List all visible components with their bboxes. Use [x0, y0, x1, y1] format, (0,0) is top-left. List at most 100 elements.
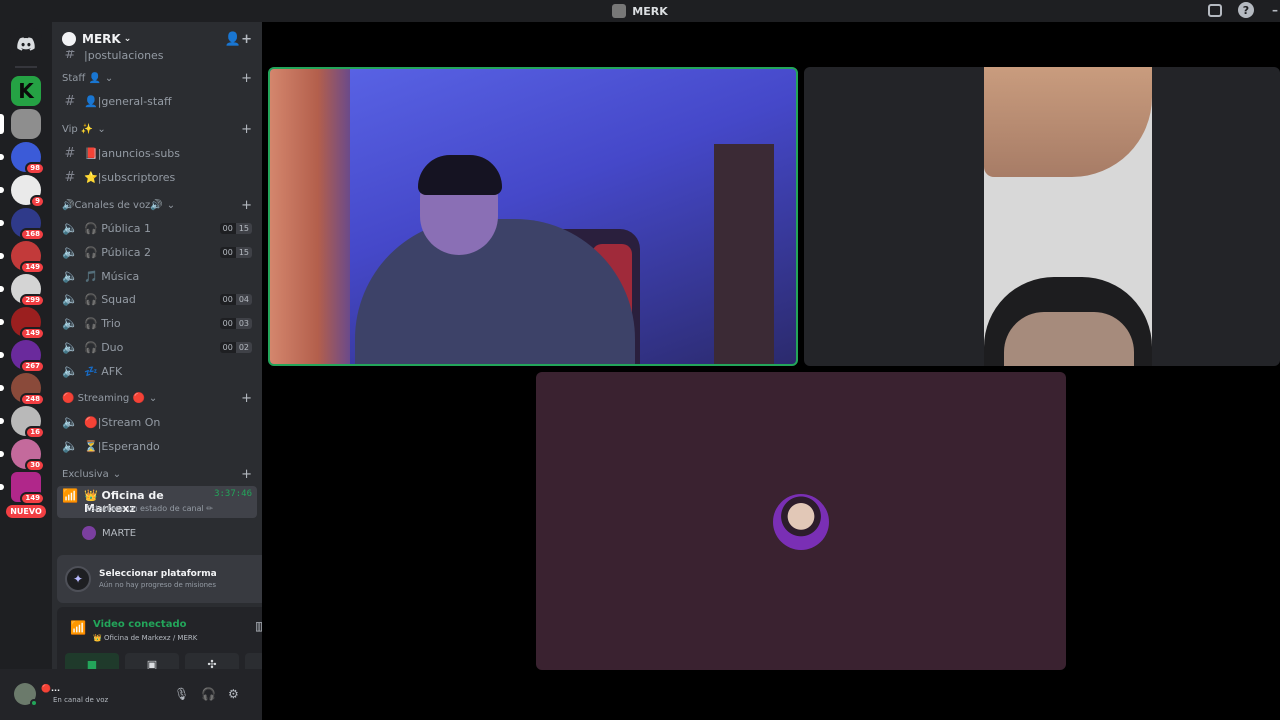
video-person	[418, 155, 502, 195]
video-background	[714, 144, 774, 364]
chevron-down-icon: ⌄	[112, 468, 122, 480]
server-icon[interactable]: 98	[0, 141, 45, 175]
hash-icon: #	[64, 94, 76, 110]
channel-voice[interactable]: 🔈 🎧 Pública 1 00 15	[52, 217, 262, 241]
server-icon[interactable]: 149	[0, 471, 45, 505]
server-icon[interactable]: 168	[0, 207, 45, 241]
voice-member[interactable]: MARTE	[52, 522, 262, 544]
help-icon[interactable]: ?	[1238, 2, 1254, 18]
channel-text[interactable]: # 👤|general-staff	[52, 90, 262, 114]
headphones-icon[interactable]: 🎧	[201, 687, 216, 701]
add-channel-icon[interactable]: +	[241, 391, 252, 406]
user-limit: 00 02	[219, 341, 252, 353]
category-staff[interactable]: Staff 👤 ⌄ +	[52, 66, 262, 90]
video-tile[interactable]	[804, 67, 1280, 366]
hash-icon: #	[64, 146, 76, 162]
server-icon[interactable]: 248	[0, 372, 45, 406]
server-shield-icon	[62, 32, 76, 46]
avatar	[773, 494, 829, 550]
category-voice[interactable]: 🔊Canales de voz🔊 ⌄ +	[52, 193, 262, 217]
server-icon[interactable]: 149	[0, 306, 45, 340]
channel-text[interactable]: # 📕|anuncios-subs	[52, 142, 262, 166]
video-person	[984, 67, 1152, 177]
online-status-icon	[30, 699, 38, 707]
add-channel-icon[interactable]: +	[241, 198, 252, 213]
video-feed	[984, 67, 1152, 366]
category-streaming[interactable]: 🔴 Streaming 🔴 ⌄ +	[52, 387, 262, 411]
hash-icon: #	[64, 50, 76, 62]
discord-home-icon[interactable]	[10, 28, 42, 60]
channel-voice[interactable]: 🔈 💤 AFK	[52, 359, 262, 383]
voice-active-icon: 📶	[62, 489, 79, 505]
add-channel-icon[interactable]: +	[241, 467, 252, 482]
video-background	[270, 69, 350, 364]
server-icon[interactable]: 30	[0, 438, 45, 472]
hash-icon: #	[64, 169, 76, 185]
speaker-icon: 🔈	[62, 339, 79, 355]
channel-list: # |postulaciones Staff 👤 ⌄ + # 👤|general-sta…	[52, 50, 262, 575]
quest-subtitle: Aún no hay progreso de misiones	[99, 581, 217, 589]
speaker-icon: 🔈	[62, 363, 79, 379]
connection-location[interactable]: 👑 Oficina de Markexz / MERK	[93, 634, 197, 642]
user-tile[interactable]	[536, 372, 1066, 670]
call-timer: 3:37:46	[214, 489, 252, 500]
add-channel-icon[interactable]: +	[241, 122, 252, 137]
username[interactable]: 🔴...	[41, 684, 60, 693]
invite-people-icon[interactable]: 👤+	[225, 32, 252, 47]
gear-icon[interactable]: ⚙	[228, 687, 239, 701]
server-icon	[612, 4, 627, 18]
server-icon[interactable]: 16	[0, 405, 45, 439]
user-limit: 00 03	[219, 318, 252, 330]
channel-voice[interactable]: 🔈 🎵 Música	[52, 264, 262, 288]
server-merk-icon[interactable]	[0, 108, 41, 139]
inbox-icon[interactable]	[1208, 3, 1222, 17]
call-stage	[262, 22, 1280, 720]
speaker-icon: 🔈	[62, 316, 79, 332]
server-name: MERK	[82, 32, 121, 46]
channel-voice[interactable]: 🔈 🎧 Squad 00 04	[52, 288, 262, 312]
channel-voice-active[interactable]: 📶 👑 Oficina de Markexz 3:37:46 Establece…	[57, 486, 257, 519]
title-bar: MERK ? –	[0, 0, 1280, 22]
connection-status[interactable]: Video conectado	[93, 619, 186, 630]
minimize-icon[interactable]: –	[1270, 2, 1280, 18]
user-limit: 00 04	[219, 294, 252, 306]
video-tile-speaking[interactable]	[268, 67, 798, 366]
category-exclusiva[interactable]: Exclusiva ⌄ +	[52, 462, 262, 486]
channel-text[interactable]: # |postulaciones	[52, 50, 262, 62]
user-limit: 00 15	[219, 247, 252, 259]
channel-voice[interactable]: 🔈 🎧 Pública 2 00 15	[52, 241, 262, 265]
speaker-icon: 🔈	[62, 415, 79, 431]
chevron-down-icon: ⌄	[123, 34, 132, 44]
user-panel: 🔴... En canal de voz 🎙 🎧 ⚙	[0, 669, 262, 720]
channel-voice[interactable]: 🔈 🎧 Trio 00 03	[52, 312, 262, 336]
speaker-icon: 🔈	[62, 268, 79, 284]
chevron-down-icon: ⌄	[97, 124, 106, 136]
server-icon[interactable]: 149	[0, 240, 45, 274]
channel-voice[interactable]: 🔈 🔴|Stream On	[52, 411, 262, 435]
chevron-down-icon: ⌄	[104, 72, 114, 84]
controller-icon: ✦	[65, 566, 91, 592]
chevron-down-icon: ⌄	[148, 393, 158, 405]
microphone-icon[interactable]: 🎙	[174, 687, 189, 701]
channel-status-hint[interactable]: Establece un estado de canal ✏	[86, 504, 213, 513]
video-person	[1004, 312, 1134, 366]
signal-icon[interactable]: 📶	[70, 621, 86, 636]
add-channel-icon[interactable]: +	[241, 71, 252, 86]
server-separator	[15, 66, 37, 68]
channel-voice[interactable]: 🔈 🎧 Duo 00 02	[52, 336, 262, 360]
channel-voice[interactable]: 🔈 ⏳|Esperando	[52, 435, 262, 459]
speaker-icon: 🔈	[62, 221, 79, 237]
quest-title: Seleccionar plataforma	[99, 569, 217, 579]
server-icon[interactable]: 9	[0, 174, 45, 208]
server-list: K 98 9 168 149 299 149 267 248 16 30 149…	[0, 22, 52, 720]
channel-text[interactable]: # ⭐|subscriptores	[52, 165, 262, 189]
user-status: En canal de voz	[53, 696, 109, 704]
user-limit: 00 15	[219, 223, 252, 235]
server-icon[interactable]: 267	[0, 339, 45, 373]
speaker-icon: 🔈	[62, 438, 79, 454]
server-kick-icon[interactable]: K	[11, 75, 41, 106]
server-icon[interactable]: 299	[0, 273, 45, 307]
category-vip[interactable]: Vip ✨ ⌄ +	[52, 118, 262, 142]
chevron-down-icon: ⌄	[166, 199, 176, 211]
new-badge[interactable]: NUEVO	[6, 505, 46, 518]
